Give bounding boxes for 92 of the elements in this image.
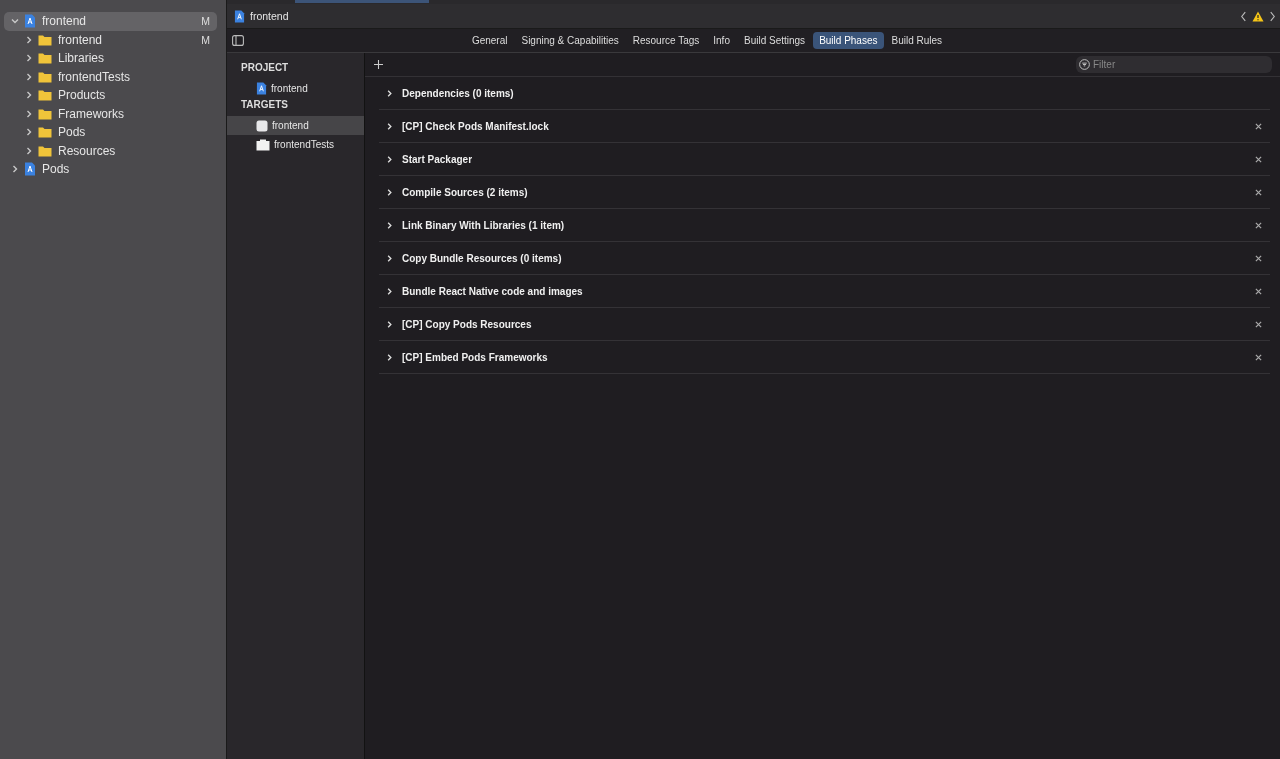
navigator-item[interactable]: Pods [4,160,217,179]
navigator-item-label: Pods [58,125,86,140]
target-item[interactable]: frontendTests [227,135,364,154]
plus-icon [374,60,383,69]
modified-status-label: M [201,15,210,28]
build-phase-title: Link Binary With Libraries (1 item) [402,219,565,231]
tab[interactable]: Info [707,32,736,49]
disclosure-chevron-icon[interactable] [385,88,394,98]
sidebar-toggle-icon[interactable] [232,35,244,46]
project-file-icon [24,14,36,29]
add-button[interactable] [372,58,385,71]
folder-icon [38,52,52,65]
build-phase-title: [CP] Embed Pods Frameworks [402,351,548,363]
build-phase-row[interactable]: Bundle React Native code and images [379,275,1270,308]
build-phase-row[interactable]: [CP] Check Pods Manifest.lock [379,110,1270,143]
navigator-item[interactable]: frontendTests [4,67,217,86]
close-icon[interactable] [1255,320,1262,328]
navigator-item[interactable]: frontend M [4,12,217,31]
tab[interactable]: General [465,32,514,49]
target-label: frontend [272,120,309,131]
project-file-icon [234,9,245,23]
build-phase-row[interactable]: [CP] Copy Pods Resources [379,308,1270,341]
build-phase-title: Copy Bundle Resources (0 items) [402,252,562,264]
warning-icon[interactable] [1252,10,1264,22]
target-label: frontend [271,83,308,94]
build-phase-title: Start Packager [402,153,473,165]
target-label: frontendTests [274,139,335,150]
back-chevron-icon[interactable] [1240,10,1247,22]
navigator-item[interactable]: Pods [4,123,217,142]
folder-icon [38,33,52,46]
target-item[interactable]: frontend [227,116,364,135]
disclosure-chevron-icon[interactable] [385,319,394,329]
close-icon[interactable] [1255,221,1262,229]
disclosure-chevron-icon[interactable] [385,253,394,263]
navigator-item-label: frontend [42,14,87,29]
disclosure-chevron-icon[interactable] [385,187,394,197]
build-phase-row[interactable]: Link Binary With Libraries (1 item) [379,209,1270,242]
tab[interactable]: Build Rules [885,32,949,49]
filter-field[interactable]: Filter [1076,56,1272,73]
test-bundle-icon [256,138,270,151]
close-icon[interactable] [1255,155,1262,163]
navigator-item-label: Libraries [58,51,105,66]
navigator-item[interactable]: Resources [4,141,217,160]
section-heading: TARGETS [240,98,290,112]
navigator-item[interactable]: Frameworks [4,104,217,123]
close-icon[interactable] [1255,254,1262,262]
close-icon[interactable] [1255,188,1262,196]
navigator-item[interactable]: Libraries [4,49,217,68]
disclosure-chevron-icon[interactable] [385,220,394,230]
modified-status-label: M [201,33,210,46]
filter-icon [1079,59,1090,70]
jump-bar-title[interactable]: frontend [250,10,289,22]
disclosure-chevron-icon[interactable] [385,352,394,362]
build-phase-title: Dependencies (0 items) [402,87,514,99]
target-item[interactable]: frontend [227,79,364,98]
navigator-item[interactable]: Products [4,86,217,105]
tab[interactable]: Resource Tags [626,32,706,49]
folder-icon [38,89,52,102]
navigator-item-label: Products [58,88,106,103]
folder-icon [38,126,52,139]
app-icon [256,119,268,132]
build-phase-title: Bundle React Native code and images [402,285,583,297]
close-icon[interactable] [1255,122,1262,130]
build-phase-title: [CP] Copy Pods Resources [402,318,532,330]
forward-chevron-icon[interactable] [1269,10,1276,22]
build-phase-row[interactable]: Copy Bundle Resources (0 items) [379,242,1270,275]
project-file-icon [24,162,36,177]
disclosure-chevron-icon[interactable] [385,121,394,131]
section-heading: PROJECT [240,61,290,75]
disclosure-chevron-icon[interactable] [385,286,394,296]
close-icon[interactable] [1255,353,1262,361]
navigator-item[interactable]: frontend M [4,30,217,49]
tab[interactable]: Build Settings [737,32,812,49]
navigator-item-label: Frameworks [58,106,124,121]
folder-icon [38,107,52,120]
close-icon[interactable] [1255,287,1262,295]
folder-icon [38,144,52,157]
navigator-item-label: Pods [42,162,70,177]
build-phase-row[interactable]: Compile Sources (2 items) [379,176,1270,209]
build-phase-row[interactable]: Start Packager [379,143,1270,176]
navigator-item-label: frontendTests [58,69,131,84]
build-phase-title: [CP] Check Pods Manifest.lock [402,120,549,132]
build-phase-row[interactable]: Dependencies (0 items) [379,77,1270,110]
build-phase-title: Compile Sources (2 items) [402,186,528,198]
folder-icon [38,70,52,83]
disclosure-chevron-icon[interactable] [385,154,394,164]
build-phase-row[interactable]: [CP] Embed Pods Frameworks [379,341,1270,374]
tab[interactable]: Build Phases [813,32,884,49]
navigator-item-label: Resources [58,143,116,158]
navigator-item-label: frontend [58,32,103,47]
tab[interactable]: Signing & Capabilities [515,32,625,49]
project-file-icon [256,82,267,95]
